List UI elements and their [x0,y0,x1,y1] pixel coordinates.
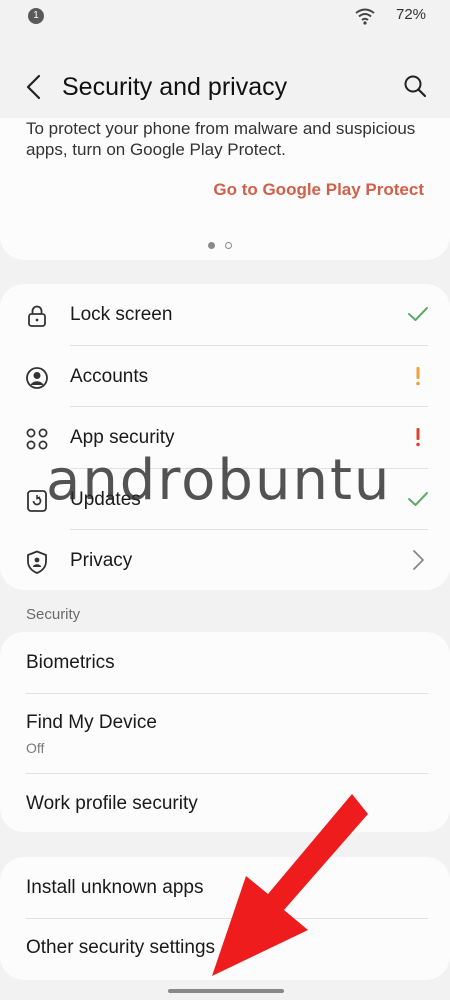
main-settings-list: Lock screen Accounts App security Update… [0,284,450,590]
biometrics-item[interactable]: Biometrics [0,632,450,693]
updates-item[interactable]: Updates [0,469,450,530]
play-protect-link[interactable]: Go to Google Play Protect [213,180,424,200]
notification-count-badge: 1 [28,8,44,24]
apps-icon [26,428,48,450]
security-settings-list: Biometrics Find My Device Off Work profi… [0,632,450,832]
status-bar: 1 72% [0,0,450,32]
app-security-item[interactable]: App security [0,407,450,468]
update-icon [27,490,47,512]
lock-icon [28,305,46,327]
page-dot-active [208,242,215,249]
find-my-device-status: Off [26,740,45,756]
page-title: Security and privacy [62,73,288,101]
banner-description: To protect your phone from malware and s… [26,119,416,159]
chevron-right-icon [413,550,424,570]
account-icon [26,367,48,389]
biometrics-label: Biometrics [26,652,115,673]
play-protect-banner: To protect your phone from malware and s… [0,118,450,260]
app-security-label: App security [70,427,175,448]
other-settings-list: Install unknown apps Other security sett… [0,857,450,980]
find-my-device-item[interactable]: Find My Device Off [0,694,450,773]
updates-label: Updates [70,489,141,510]
home-indicator[interactable] [168,989,284,993]
accounts-label: Accounts [70,366,149,387]
privacy-label: Privacy [70,550,133,571]
check-icon [408,307,428,321]
warning-icon [416,367,420,386]
lock-screen-item[interactable]: Lock screen [0,284,450,345]
work-profile-security-item[interactable]: Work profile security [0,774,450,832]
back-arrow-icon[interactable] [20,72,50,102]
other-security-settings-label: Other security settings [26,937,216,958]
privacy-item[interactable]: Privacy [0,530,450,591]
lock-screen-label: Lock screen [70,304,173,325]
page-indicator [208,236,242,254]
other-security-settings-item[interactable]: Other security settings [0,919,450,980]
find-my-device-label: Find My Device [26,712,157,733]
install-unknown-apps-item[interactable]: Install unknown apps [0,857,450,918]
alert-icon [416,428,420,447]
install-unknown-apps-label: Install unknown apps [26,877,204,898]
work-profile-security-label: Work profile security [26,793,198,814]
search-icon[interactable] [402,73,428,99]
battery-level: 72% [396,6,427,23]
wifi-icon [355,8,375,25]
app-header: Security and privacy [0,60,450,116]
accounts-item[interactable]: Accounts [0,346,450,407]
page-dot-inactive [225,242,232,249]
security-section-heading: Security [26,606,81,623]
check-icon [408,492,428,506]
privacy-shield-icon [27,550,47,574]
